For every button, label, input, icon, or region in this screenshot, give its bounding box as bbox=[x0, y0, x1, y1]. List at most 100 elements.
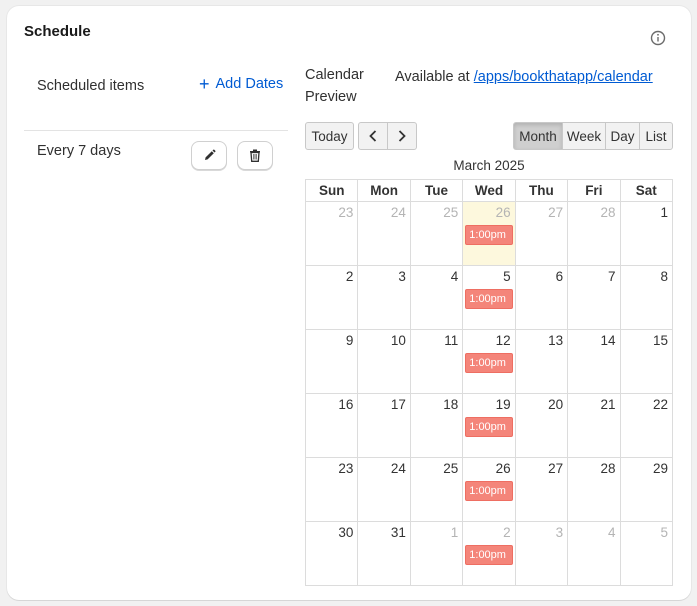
calendar-day-cell[interactable]: 6 bbox=[514, 265, 569, 330]
day-number[interactable]: 5 bbox=[463, 266, 514, 287]
day-number[interactable]: 7 bbox=[568, 266, 619, 287]
day-number[interactable]: 15 bbox=[621, 330, 672, 351]
day-number[interactable]: 5 bbox=[621, 522, 672, 543]
view-week-button[interactable]: Week bbox=[562, 122, 606, 150]
calendar-day-cell[interactable]: 17 bbox=[357, 393, 411, 458]
calendar-day-cell[interactable]: 28 bbox=[567, 457, 621, 522]
day-number[interactable]: 31 bbox=[358, 522, 409, 543]
calendar-day-cell[interactable]: 23 bbox=[304, 201, 359, 266]
day-number[interactable]: 19 bbox=[463, 394, 514, 415]
day-number[interactable]: 26 bbox=[463, 202, 514, 223]
add-dates-button[interactable]: + Add Dates bbox=[199, 75, 283, 93]
calendar-day-cell[interactable]: 10 bbox=[357, 329, 411, 394]
day-number[interactable]: 1 bbox=[621, 202, 672, 223]
calendar-day-cell[interactable]: 27 bbox=[514, 201, 569, 266]
delete-button[interactable] bbox=[237, 141, 273, 170]
calendar-event[interactable]: 1:00pm bbox=[465, 225, 513, 245]
calendar-day-cell[interactable]: 23 bbox=[304, 457, 359, 522]
calendar-day-cell[interactable]: 13 bbox=[514, 329, 569, 394]
prev-month-button[interactable] bbox=[358, 122, 388, 150]
day-number[interactable]: 24 bbox=[358, 202, 409, 223]
calendar-day-cell[interactable]: 31 bbox=[357, 521, 411, 586]
calendar-event[interactable]: 1:00pm bbox=[465, 417, 513, 437]
day-number[interactable]: 4 bbox=[411, 266, 462, 287]
day-number[interactable]: 17 bbox=[358, 394, 409, 415]
calendar-day-cell[interactable]: 25 bbox=[409, 457, 464, 522]
calendar-day-cell[interactable]: 29 bbox=[619, 457, 674, 522]
day-number[interactable]: 9 bbox=[306, 330, 357, 351]
view-list-button[interactable]: List bbox=[639, 122, 673, 150]
day-number[interactable]: 28 bbox=[568, 202, 619, 223]
today-button[interactable]: Today bbox=[305, 122, 354, 150]
calendar-day-cell[interactable]: 7 bbox=[567, 265, 621, 330]
calendar-day-cell[interactable]: 11 bbox=[409, 329, 464, 394]
calendar-day-cell[interactable]: 18 bbox=[409, 393, 464, 458]
calendar-day-cell[interactable]: 26 1:00pm bbox=[462, 201, 516, 266]
day-number[interactable]: 18 bbox=[411, 394, 462, 415]
day-number[interactable]: 12 bbox=[463, 330, 514, 351]
day-number[interactable]: 29 bbox=[621, 458, 672, 479]
day-number[interactable]: 21 bbox=[568, 394, 619, 415]
calendar-day-cell[interactable]: 5 bbox=[619, 521, 674, 586]
view-month-button[interactable]: Month bbox=[513, 122, 563, 150]
day-number[interactable]: 3 bbox=[358, 266, 409, 287]
day-number[interactable]: 24 bbox=[358, 458, 409, 479]
day-number[interactable]: 30 bbox=[306, 522, 357, 543]
calendar-day-cell[interactable]: 12 1:00pm bbox=[462, 329, 516, 394]
calendar-day-cell[interactable]: 14 bbox=[567, 329, 621, 394]
calendar-day-cell[interactable]: 2 bbox=[304, 265, 359, 330]
day-number[interactable]: 2 bbox=[463, 522, 514, 543]
calendar-day-cell[interactable]: 27 bbox=[514, 457, 569, 522]
day-number[interactable]: 1 bbox=[411, 522, 462, 543]
day-number[interactable]: 3 bbox=[516, 522, 567, 543]
calendar-event[interactable]: 1:00pm bbox=[465, 353, 513, 373]
calendar-day-cell[interactable]: 20 bbox=[514, 393, 569, 458]
day-number[interactable]: 11 bbox=[411, 330, 462, 351]
day-number[interactable]: 23 bbox=[306, 458, 357, 479]
day-number[interactable]: 13 bbox=[516, 330, 567, 351]
calendar-day-cell[interactable]: 24 bbox=[357, 457, 411, 522]
day-number[interactable]: 27 bbox=[516, 202, 567, 223]
calendar-day-cell[interactable]: 3 bbox=[357, 265, 411, 330]
day-number[interactable]: 2 bbox=[306, 266, 357, 287]
calendar-day-cell[interactable]: 3 bbox=[514, 521, 569, 586]
day-number[interactable]: 14 bbox=[568, 330, 619, 351]
calendar-day-cell[interactable]: 21 bbox=[567, 393, 621, 458]
day-number[interactable]: 8 bbox=[621, 266, 672, 287]
calendar-event[interactable]: 1:00pm bbox=[465, 545, 513, 565]
calendar-link[interactable]: /apps/bookthatapp/calendar bbox=[474, 69, 653, 85]
calendar-day-cell[interactable]: 24 bbox=[357, 201, 411, 266]
day-number[interactable]: 27 bbox=[516, 458, 567, 479]
day-number[interactable]: 6 bbox=[516, 266, 567, 287]
calendar-day-cell[interactable]: 4 bbox=[567, 521, 621, 586]
next-month-button[interactable] bbox=[387, 122, 417, 150]
day-number[interactable]: 4 bbox=[568, 522, 619, 543]
calendar-day-cell[interactable]: 28 bbox=[567, 201, 621, 266]
day-number[interactable]: 25 bbox=[411, 202, 462, 223]
calendar-day-cell[interactable]: 15 bbox=[619, 329, 674, 394]
day-number[interactable]: 10 bbox=[358, 330, 409, 351]
day-number[interactable]: 28 bbox=[568, 458, 619, 479]
calendar-day-cell[interactable]: 16 bbox=[304, 393, 359, 458]
day-number[interactable]: 23 bbox=[306, 202, 357, 223]
calendar-day-cell[interactable]: 30 bbox=[304, 521, 359, 586]
calendar-day-cell[interactable]: 2 1:00pm bbox=[462, 521, 516, 586]
calendar-day-cell[interactable]: 25 bbox=[409, 201, 464, 266]
day-number[interactable]: 25 bbox=[411, 458, 462, 479]
view-day-button[interactable]: Day bbox=[605, 122, 640, 150]
calendar-day-cell[interactable]: 9 bbox=[304, 329, 359, 394]
calendar-day-cell[interactable]: 1 bbox=[409, 521, 464, 586]
calendar-day-cell[interactable]: 22 bbox=[619, 393, 674, 458]
calendar-day-cell[interactable]: 4 bbox=[409, 265, 464, 330]
calendar-day-cell[interactable]: 26 1:00pm bbox=[462, 457, 516, 522]
edit-button[interactable] bbox=[191, 141, 227, 170]
calendar-day-cell[interactable]: 19 1:00pm bbox=[462, 393, 516, 458]
day-number[interactable]: 26 bbox=[463, 458, 514, 479]
calendar-event[interactable]: 1:00pm bbox=[465, 481, 513, 501]
day-number[interactable]: 16 bbox=[306, 394, 357, 415]
day-number[interactable]: 22 bbox=[621, 394, 672, 415]
calendar-day-cell[interactable]: 8 bbox=[619, 265, 674, 330]
calendar-day-cell[interactable]: 5 1:00pm bbox=[462, 265, 516, 330]
day-number[interactable]: 20 bbox=[516, 394, 567, 415]
info-icon[interactable] bbox=[650, 30, 666, 46]
